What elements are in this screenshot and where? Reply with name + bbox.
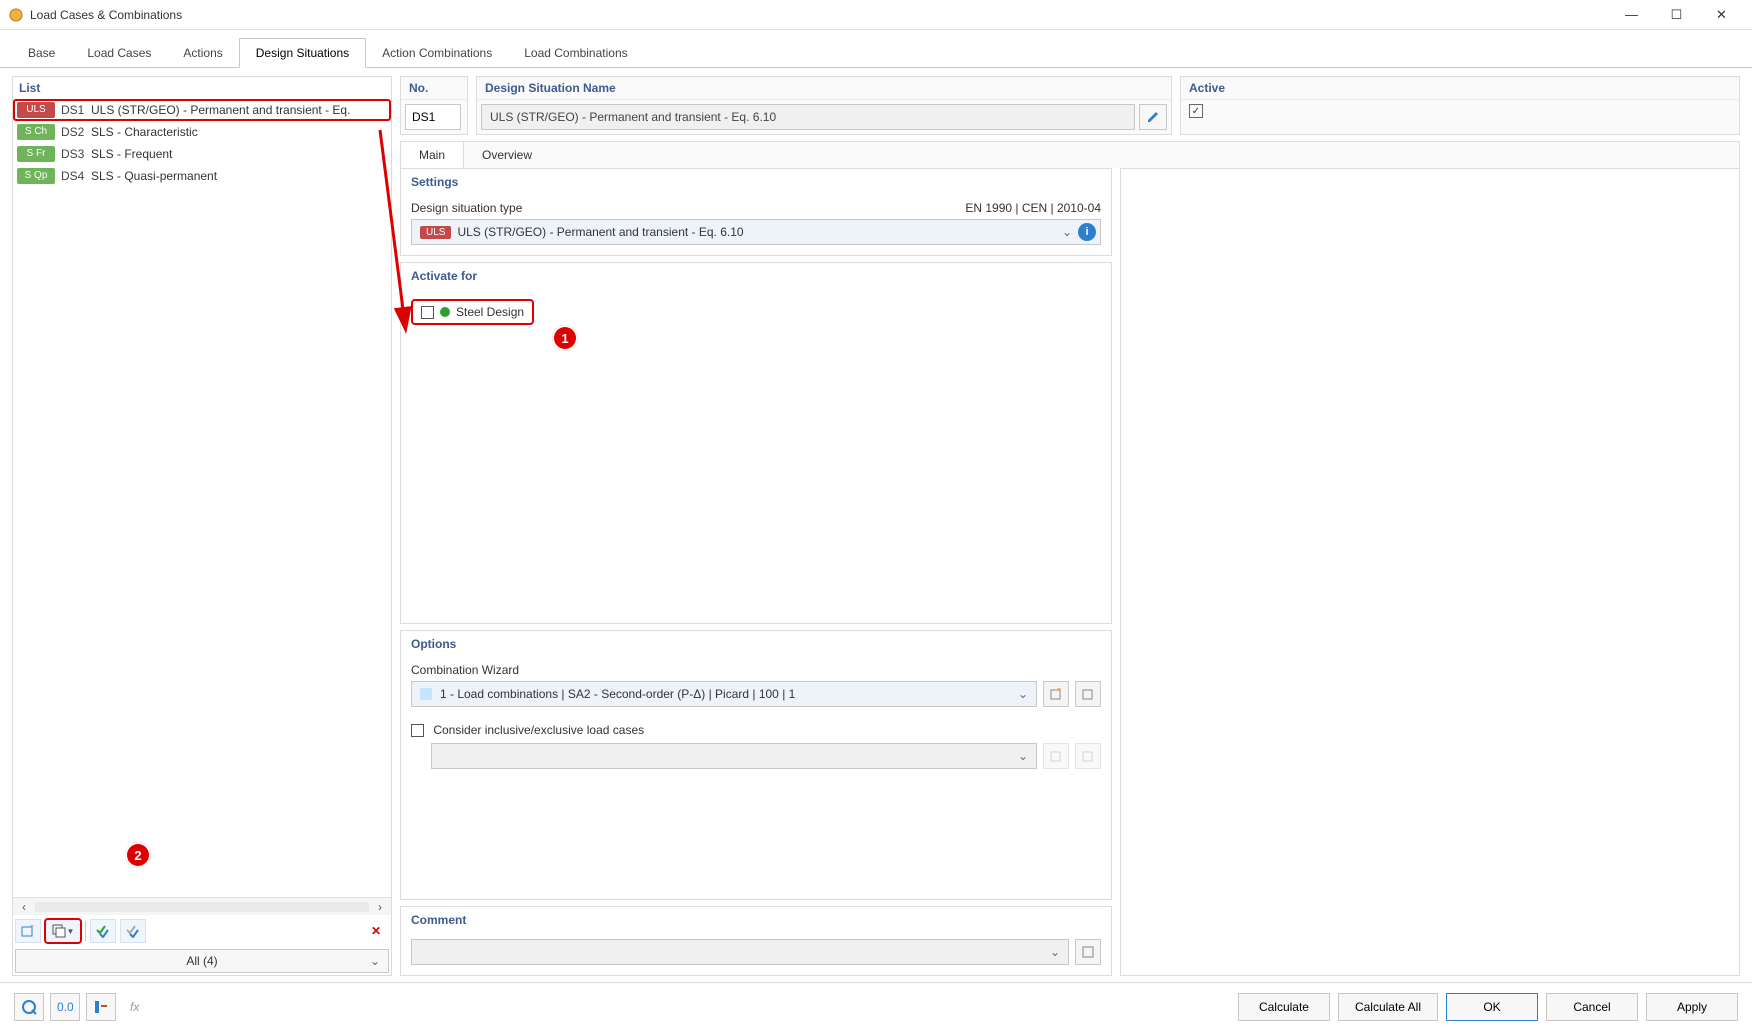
uls-tag: ULS xyxy=(420,226,451,239)
no-input[interactable] xyxy=(405,104,461,130)
subtab-overview[interactable]: Overview xyxy=(464,142,550,168)
list-item[interactable]: S Ch DS2 SLS - Characteristic xyxy=(13,121,391,143)
wizard-swatch-icon xyxy=(420,688,432,700)
list-filter-select[interactable]: All (4) xyxy=(15,949,389,973)
tab-actions[interactable]: Actions xyxy=(167,39,238,67)
list-item[interactable]: ULS DS1 ULS (STR/GEO) - Permanent and tr… xyxy=(13,99,391,121)
activate-header: Activate for xyxy=(401,263,1111,289)
chevron-down-icon: ⌄ xyxy=(1062,225,1072,239)
name-header: Design Situation Name xyxy=(477,77,1171,100)
list-tag: S Qp xyxy=(17,168,55,184)
no-header: No. xyxy=(401,77,467,100)
units-button[interactable]: 0.00 xyxy=(50,993,80,1021)
design-standard: EN 1990 | CEN | 2010-04 xyxy=(965,201,1101,215)
app-icon xyxy=(8,7,24,23)
design-type-select[interactable]: ULS ULS (STR/GEO) - Permanent and transi… xyxy=(411,219,1101,245)
list-filter-label: All (4) xyxy=(186,954,217,968)
list-text: ULS (STR/GEO) - Permanent and transient … xyxy=(91,103,391,117)
calculate-all-button[interactable]: Calculate All xyxy=(1338,993,1438,1021)
list-tag: S Fr xyxy=(17,146,55,162)
chevron-down-icon: ⌄ xyxy=(1050,945,1060,959)
list-code: DS3 xyxy=(61,147,91,161)
activate-label: Steel Design xyxy=(456,305,524,319)
calculate-button[interactable]: Calculate xyxy=(1238,993,1330,1021)
scroll-left-icon[interactable]: ‹ xyxy=(17,900,31,914)
callout-2: 2 xyxy=(125,842,151,868)
minimize-button[interactable]: — xyxy=(1609,1,1654,29)
info-icon[interactable]: i xyxy=(1078,223,1096,241)
uncheck-all-button[interactable] xyxy=(120,919,146,943)
close-button[interactable]: ✕ xyxy=(1699,1,1744,29)
name-input[interactable]: ULS (STR/GEO) - Permanent and transient … xyxy=(481,104,1135,130)
preview-panel xyxy=(1120,168,1740,976)
list-header: List xyxy=(13,77,391,99)
check-all-button[interactable] xyxy=(90,919,116,943)
list-item[interactable]: S Fr DS3 SLS - Frequent xyxy=(13,143,391,165)
list-text: SLS - Characteristic xyxy=(91,125,391,139)
chevron-down-icon: ⌄ xyxy=(1018,687,1028,701)
list-tag: ULS xyxy=(17,102,55,118)
consider-edit-button[interactable] xyxy=(1075,743,1101,769)
titlebar: Load Cases & Combinations — ☐ ✕ xyxy=(0,0,1752,30)
svg-text:fx: fx xyxy=(130,1000,140,1014)
active-checkbox[interactable]: ✓ xyxy=(1189,104,1203,118)
design-type-label: Design situation type xyxy=(411,201,965,215)
window-title: Load Cases & Combinations xyxy=(30,8,1609,22)
copy-item-button[interactable]: ▼ xyxy=(45,919,81,943)
list-code: DS2 xyxy=(61,125,91,139)
consider-new-button[interactable] xyxy=(1043,743,1069,769)
list-code: DS4 xyxy=(61,169,91,183)
list-item[interactable]: S Qp DS4 SLS - Quasi-permanent xyxy=(13,165,391,187)
list-code: DS1 xyxy=(61,103,91,117)
comment-library-button[interactable] xyxy=(1075,939,1101,965)
settings-header: Settings xyxy=(401,169,1111,195)
tab-action-combinations[interactable]: Action Combinations xyxy=(366,39,508,67)
options-header: Options xyxy=(401,631,1111,657)
activate-checkbox[interactable] xyxy=(421,306,434,319)
wizard-label: Combination Wizard xyxy=(411,663,1101,677)
maximize-button[interactable]: ☐ xyxy=(1654,1,1699,29)
active-header: Active xyxy=(1181,77,1739,100)
structure-button[interactable] xyxy=(86,993,116,1021)
tab-load-combinations[interactable]: Load Combinations xyxy=(508,39,643,67)
tab-design-situations[interactable]: Design Situations xyxy=(239,38,366,68)
tab-base[interactable]: Base xyxy=(12,39,71,67)
new-item-button[interactable] xyxy=(15,919,41,943)
consider-checkbox[interactable] xyxy=(411,724,424,737)
comment-input[interactable]: ⌄ xyxy=(411,939,1069,965)
status-dot-icon xyxy=(440,307,450,317)
svg-text:0.00: 0.00 xyxy=(57,1000,73,1014)
consider-label: Consider inclusive/exclusive load cases xyxy=(433,723,644,737)
wizard-value: 1 - Load combinations | SA2 - Second-ord… xyxy=(440,687,795,701)
help-button[interactable] xyxy=(14,993,44,1021)
scroll-right-icon[interactable]: › xyxy=(373,900,387,914)
delete-button[interactable]: ✕ xyxy=(363,919,389,943)
activate-steel-design[interactable]: Steel Design xyxy=(411,299,534,325)
wizard-new-button[interactable] xyxy=(1043,681,1069,707)
cancel-button[interactable]: Cancel xyxy=(1546,993,1638,1021)
subtab-main[interactable]: Main xyxy=(401,142,464,168)
wizard-edit-button[interactable] xyxy=(1075,681,1101,707)
main-tabs: Base Load Cases Actions Design Situation… xyxy=(0,36,1752,68)
apply-button[interactable]: Apply xyxy=(1646,993,1738,1021)
tab-load-cases[interactable]: Load Cases xyxy=(71,39,167,67)
list-rows: ULS DS1 ULS (STR/GEO) - Permanent and tr… xyxy=(13,99,391,897)
wizard-select[interactable]: 1 - Load combinations | SA2 - Second-ord… xyxy=(411,681,1037,707)
list-tag: S Ch xyxy=(17,124,55,140)
ok-button[interactable]: OK xyxy=(1446,993,1538,1021)
design-type-value: ULS (STR/GEO) - Permanent and transient … xyxy=(457,225,743,239)
function-button[interactable]: fx xyxy=(122,993,152,1021)
consider-select[interactable]: ⌄ xyxy=(431,743,1037,769)
list-text: SLS - Frequent xyxy=(91,147,391,161)
comment-header: Comment xyxy=(401,907,1111,933)
callout-1: 1 xyxy=(552,325,578,351)
chevron-down-icon: ⌄ xyxy=(1018,749,1028,763)
list-text: SLS - Quasi-permanent xyxy=(91,169,391,183)
list-scrollbar[interactable]: ‹ › xyxy=(13,897,391,915)
edit-name-button[interactable] xyxy=(1139,104,1167,130)
